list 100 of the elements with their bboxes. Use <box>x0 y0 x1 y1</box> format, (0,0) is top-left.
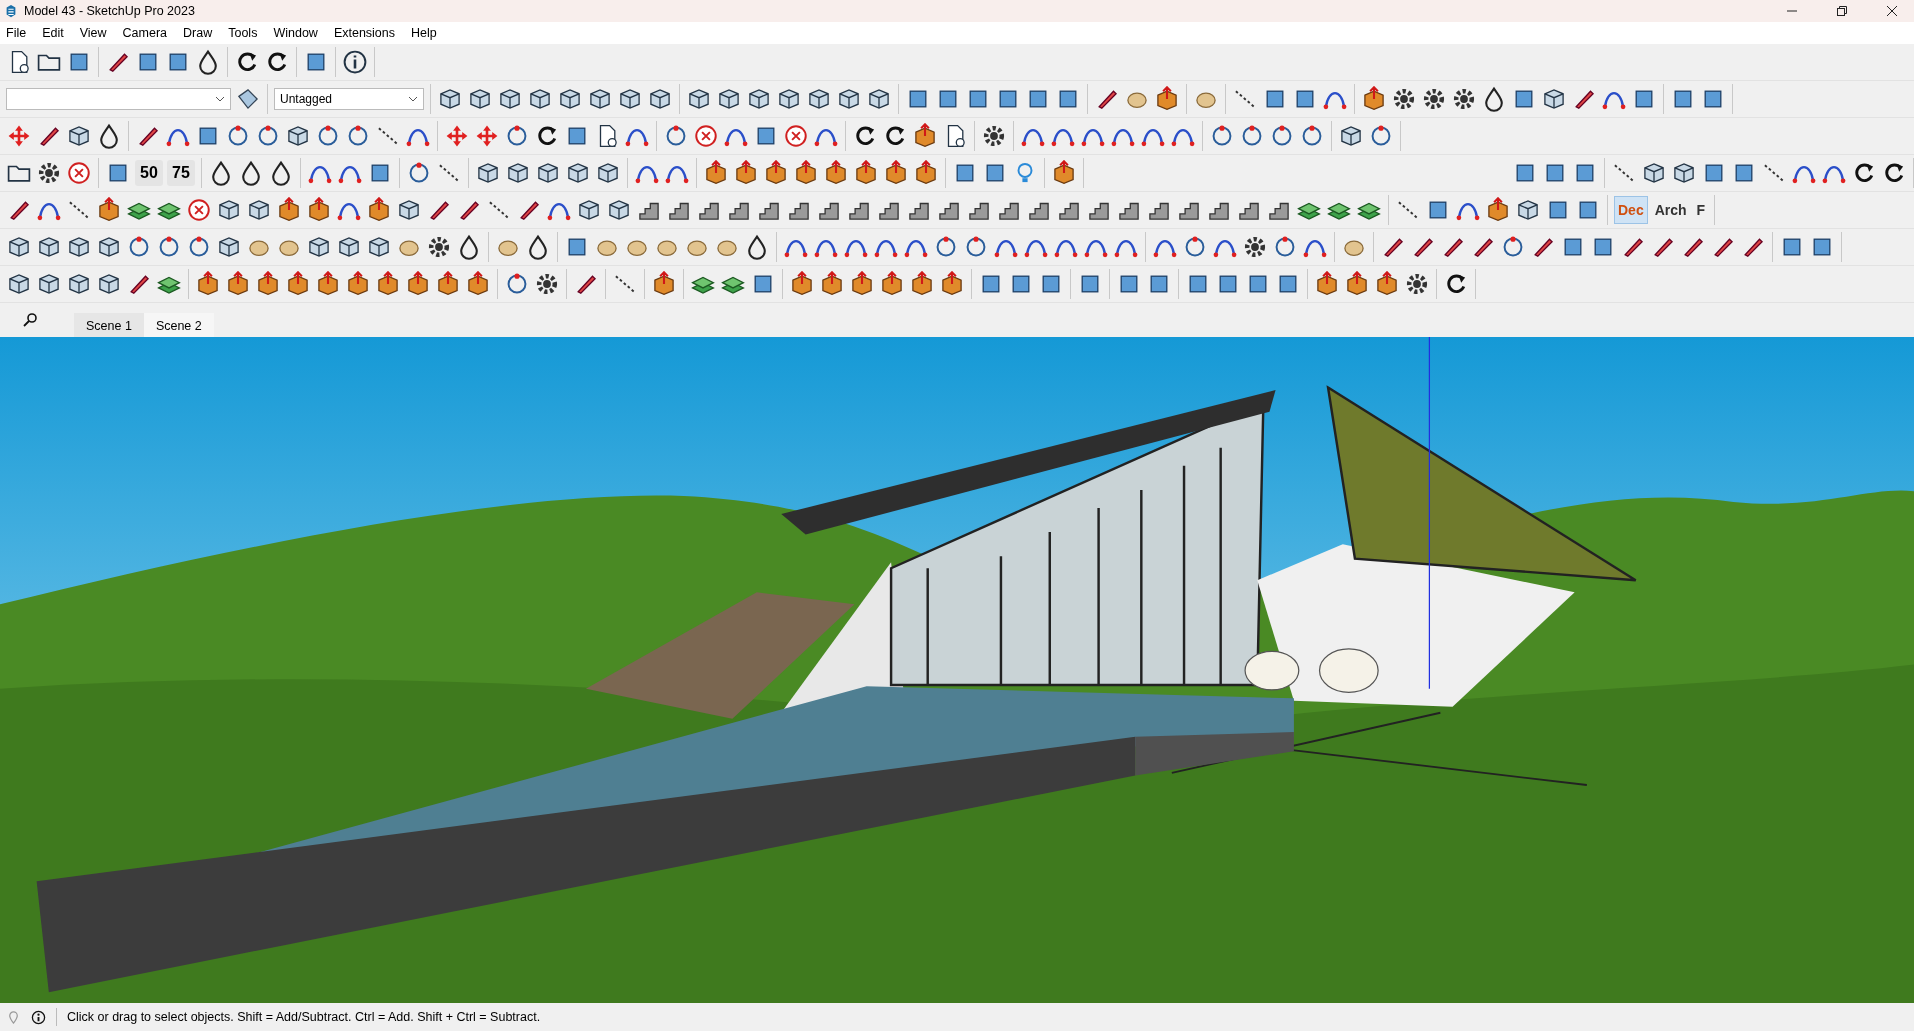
cube-icon[interactable] <box>396 197 422 223</box>
cube-icon[interactable] <box>6 271 32 297</box>
cube-icon[interactable] <box>866 86 892 112</box>
cube-icon[interactable] <box>246 197 272 223</box>
menu-item[interactable]: Tools <box>228 26 258 40</box>
cancel-icon[interactable] <box>693 123 719 149</box>
cube-icon[interactable] <box>437 86 463 112</box>
cube-icon[interactable] <box>66 123 92 149</box>
tag-dropdown[interactable]: Untagged <box>274 88 424 110</box>
move-arrows-icon[interactable] <box>6 123 32 149</box>
cube-icon[interactable] <box>527 86 553 112</box>
box-icon[interactable] <box>405 271 431 297</box>
cube-icon[interactable] <box>36 234 62 260</box>
box-icon[interactable] <box>819 271 845 297</box>
gear-icon[interactable] <box>981 123 1007 149</box>
cancel-icon[interactable] <box>66 160 92 186</box>
box-icon[interactable] <box>96 197 122 223</box>
box-icon[interactable] <box>1314 271 1340 297</box>
cube-icon[interactable] <box>505 160 531 186</box>
restore-icon[interactable] <box>1836 5 1848 17</box>
cube-icon[interactable] <box>836 86 862 112</box>
cube-icon[interactable] <box>776 86 802 112</box>
cube-icon[interactable] <box>497 86 523 112</box>
box-icon[interactable] <box>883 160 909 186</box>
box-icon[interactable] <box>733 160 759 186</box>
cube-icon[interactable] <box>36 271 62 297</box>
menu-item[interactable]: Extensions <box>333 26 396 40</box>
cube-icon[interactable] <box>96 271 122 297</box>
box-icon[interactable] <box>912 123 938 149</box>
scene-tab[interactable]: Scene 2 <box>143 313 214 337</box>
tag-icon[interactable] <box>235 86 261 112</box>
box-icon[interactable] <box>1361 86 1387 112</box>
scene-tab[interactable]: Scene 1 <box>74 313 144 337</box>
box-icon[interactable] <box>1154 86 1180 112</box>
search-icon[interactable] <box>22 312 38 328</box>
cube-icon[interactable] <box>475 160 501 186</box>
gear-icon[interactable] <box>426 234 452 260</box>
box-icon[interactable] <box>853 160 879 186</box>
gear-icon[interactable] <box>1391 86 1417 112</box>
box-icon[interactable] <box>285 271 311 297</box>
box-icon[interactable] <box>1374 271 1400 297</box>
cube-icon[interactable] <box>617 86 643 112</box>
cube-icon[interactable] <box>565 160 591 186</box>
box-icon[interactable] <box>366 197 392 223</box>
menu-item[interactable]: Help <box>411 26 437 40</box>
box-icon[interactable] <box>1344 271 1370 297</box>
cube-icon[interactable] <box>576 197 602 223</box>
cube-icon[interactable] <box>66 234 92 260</box>
box-icon[interactable] <box>823 160 849 186</box>
cube-icon[interactable] <box>6 234 32 260</box>
box-icon[interactable] <box>255 271 281 297</box>
cube-icon[interactable] <box>535 160 561 186</box>
cube-icon[interactable] <box>686 86 712 112</box>
cube-icon[interactable] <box>746 86 772 112</box>
close-icon[interactable] <box>1886 5 1898 17</box>
gear-icon[interactable] <box>534 271 560 297</box>
info-icon[interactable] <box>342 49 368 75</box>
cube-icon[interactable] <box>587 86 613 112</box>
toolbar-button[interactable]: 75 <box>167 160 195 186</box>
box-icon[interactable] <box>879 271 905 297</box>
cancel-icon[interactable] <box>783 123 809 149</box>
toolbar-button[interactable]: 50 <box>135 160 163 186</box>
menu-item[interactable]: Draw <box>183 26 213 40</box>
box-icon[interactable] <box>763 160 789 186</box>
box-icon[interactable] <box>315 271 341 297</box>
cube-icon[interactable] <box>1671 160 1697 186</box>
cube-icon[interactable] <box>647 86 673 112</box>
info-icon[interactable] <box>31 1009 46 1025</box>
cube-icon[interactable] <box>306 234 332 260</box>
cube-icon[interactable] <box>336 234 362 260</box>
move-arrows-icon[interactable] <box>474 123 500 149</box>
cube-icon[interactable] <box>467 86 493 112</box>
cancel-icon[interactable] <box>186 197 212 223</box>
box-icon[interactable] <box>703 160 729 186</box>
cube-icon[interactable] <box>606 197 632 223</box>
unit-button[interactable]: F <box>1693 196 1709 224</box>
cube-icon[interactable] <box>96 234 122 260</box>
gear-icon[interactable] <box>1421 86 1447 112</box>
box-icon[interactable] <box>789 271 815 297</box>
cube-icon[interactable] <box>557 86 583 112</box>
cube-icon[interactable] <box>216 197 242 223</box>
gear-icon[interactable] <box>1404 271 1430 297</box>
box-icon[interactable] <box>651 271 677 297</box>
box-icon[interactable] <box>909 271 935 297</box>
cube-icon[interactable] <box>1641 160 1667 186</box>
box-icon[interactable] <box>375 271 401 297</box>
menu-item[interactable]: View <box>79 26 107 40</box>
menu-item[interactable]: Camera <box>122 26 168 40</box>
cube-icon[interactable] <box>1515 197 1541 223</box>
box-icon[interactable] <box>1051 160 1077 186</box>
cube-icon[interactable] <box>285 123 311 149</box>
box-icon[interactable] <box>465 271 491 297</box>
cube-icon[interactable] <box>716 86 742 112</box>
box-icon[interactable] <box>306 197 332 223</box>
cube-icon[interactable] <box>366 234 392 260</box>
unit-button[interactable]: Arch <box>1651 196 1690 224</box>
box-icon[interactable] <box>225 271 251 297</box>
cube-icon[interactable] <box>1338 123 1364 149</box>
cube-icon[interactable] <box>595 160 621 186</box>
gear-icon[interactable] <box>36 160 62 186</box>
